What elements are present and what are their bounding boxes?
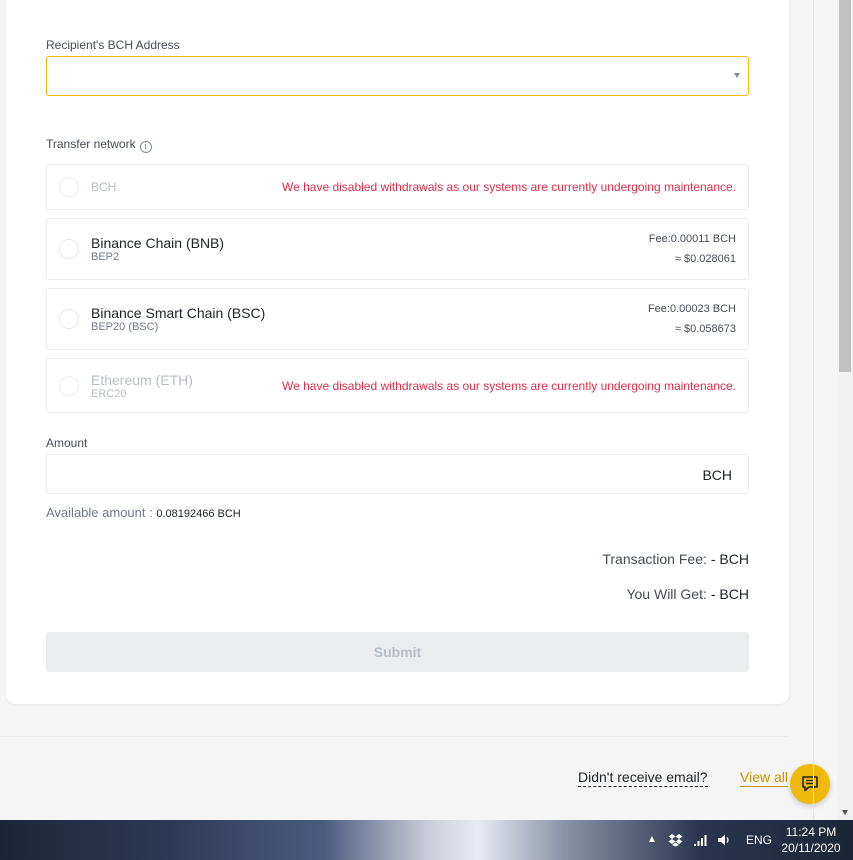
- network-standard: ERC20: [91, 388, 127, 400]
- you-will-get-value: - BCH: [710, 586, 749, 602]
- amount-label: Amount: [46, 436, 88, 450]
- withdraw-form-card: Recipient's BCH Address Transfer network…: [6, 0, 789, 704]
- side-panel-border: [813, 0, 814, 820]
- network-standard: BEP2: [91, 251, 120, 263]
- network-fee: Fee:0.00011 BCH: [648, 233, 736, 245]
- network-signal-icon[interactable]: [693, 833, 708, 847]
- network-radio: [59, 376, 79, 396]
- didnt-receive-email-link[interactable]: Didn't receive email?: [578, 769, 708, 787]
- you-will-get-label: You Will Get:: [626, 586, 707, 602]
- language-indicator[interactable]: ENG: [746, 820, 772, 860]
- network-fee-usd: ≈ $0.028061: [674, 253, 736, 265]
- transaction-fee: Transaction Fee: - BCH: [602, 551, 749, 567]
- network-radio: [59, 177, 79, 197]
- available-amount: Available amount : 0.08192466 BCH: [46, 505, 241, 520]
- chat-support-button[interactable]: [790, 764, 830, 804]
- amount-input[interactable]: BCH: [46, 454, 749, 494]
- view-all-link[interactable]: View all: [740, 769, 788, 787]
- transaction-fee-label: Transaction Fee:: [602, 551, 707, 567]
- clock-time: 11:24 PM: [785, 825, 837, 839]
- dropbox-icon[interactable]: [668, 833, 683, 847]
- caret-down-icon: [734, 73, 740, 78]
- scrollbar-thumb[interactable]: [839, 0, 851, 372]
- network-radio[interactable]: [59, 309, 79, 329]
- divider: [0, 736, 789, 737]
- network-standard: BEP20 (BSC): [91, 321, 159, 333]
- amount-unit: BCH: [702, 467, 732, 483]
- network-label-text: Transfer network: [46, 137, 136, 151]
- network-name: BCH: [91, 180, 117, 194]
- network-name: Binance Chain (BNB): [91, 235, 225, 251]
- chat-icon: [802, 776, 818, 792]
- scrollbar[interactable]: [837, 0, 853, 820]
- network-option-bnb[interactable]: Binance Chain (BNB) BEP2 Fee:0.00011 BCH…: [46, 218, 749, 280]
- clock-date: 20/11/2020: [781, 841, 841, 855]
- scroll-down-arrow-icon[interactable]: [842, 810, 848, 815]
- network-option-eth: Ethereum (ETH) ERC20 We have disabled wi…: [46, 358, 749, 413]
- submit-button[interactable]: Submit: [46, 632, 749, 672]
- tray-overflow-icon[interactable]: ▲: [647, 820, 657, 860]
- taskbar-clock[interactable]: 11:24 PM 20/11/2020: [778, 824, 844, 856]
- address-label: Recipient's BCH Address: [46, 38, 180, 52]
- maintenance-warning: We have disabled withdrawals as our syst…: [281, 379, 736, 393]
- network-fee: Fee:0.00023 BCH: [647, 303, 736, 315]
- available-value: 0.08192466 BCH: [156, 508, 241, 520]
- network-option-bsc[interactable]: Binance Smart Chain (BSC) BEP20 (BSC) Fe…: [46, 288, 749, 350]
- address-select[interactable]: [46, 56, 749, 96]
- you-will-get: You Will Get: - BCH: [626, 586, 749, 602]
- network-option-bch: BCH We have disabled withdrawals as our …: [46, 164, 749, 210]
- info-icon[interactable]: i: [139, 141, 152, 153]
- network-name: Binance Smart Chain (BSC): [91, 305, 266, 321]
- network-radio[interactable]: [59, 239, 79, 259]
- network-label: Transfer network i: [46, 137, 152, 153]
- maintenance-warning: We have disabled withdrawals as our syst…: [281, 180, 736, 194]
- transaction-fee-value: - BCH: [710, 551, 749, 567]
- network-fee-usd: ≈ $0.058673: [674, 323, 736, 335]
- taskbar: ▲ ENG 11:24 PM 20/11/2020: [0, 820, 853, 860]
- available-label: Available amount :: [46, 505, 153, 520]
- volume-icon[interactable]: [717, 833, 732, 847]
- network-name: Ethereum (ETH): [91, 372, 193, 388]
